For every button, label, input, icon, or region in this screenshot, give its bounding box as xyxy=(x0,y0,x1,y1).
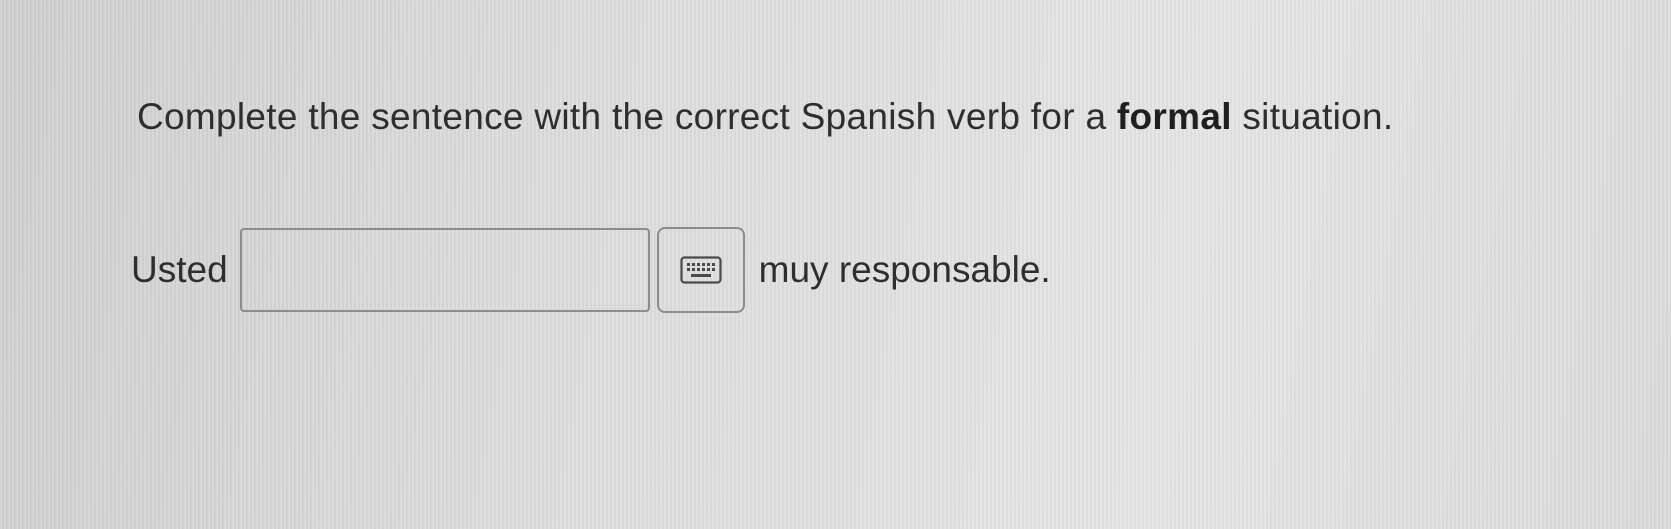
keyboard-icon xyxy=(680,256,722,284)
sentence-prefix: Usted xyxy=(131,249,228,290)
prompt-text-after: situation. xyxy=(1231,96,1394,137)
sentence-suffix: muy responsable. xyxy=(758,249,1051,290)
answer-sentence: Usted muy responsable. xyxy=(131,225,1051,315)
answer-input[interactable] xyxy=(239,228,650,312)
special-characters-button[interactable] xyxy=(656,227,745,313)
question-prompt: Complete the sentence with the correct S… xyxy=(137,96,1393,138)
question-page: Complete the sentence with the correct S… xyxy=(0,0,1671,529)
prompt-bold-word: formal xyxy=(1116,96,1232,137)
prompt-text-before: Complete the sentence with the correct S… xyxy=(137,96,1117,137)
